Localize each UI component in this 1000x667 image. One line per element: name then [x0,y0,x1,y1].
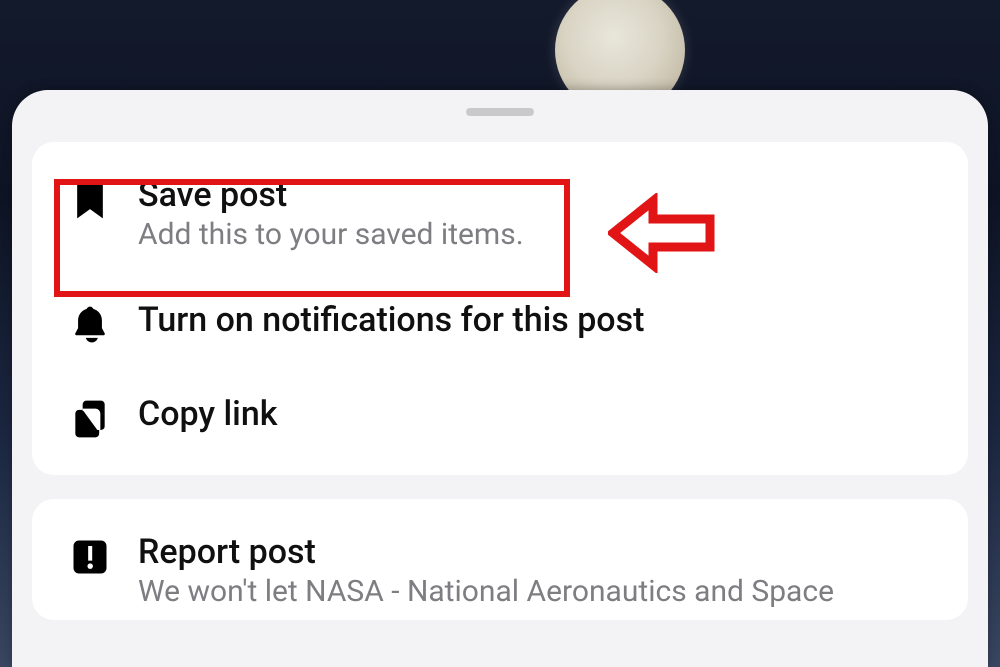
menu-item-notifications[interactable]: Turn on notifications for this post [32,277,968,371]
menu-item-subtitle: We won't let NASA - National Aeronautics… [138,574,934,610]
bookmark-icon [60,176,120,222]
options-card-2: Report post We won't let NASA - National… [32,499,968,620]
menu-item-text: Report post We won't let NASA - National… [138,533,934,610]
menu-item-subtitle: Add this to your saved items. [138,217,934,253]
menu-item-text: Copy link [138,395,934,434]
menu-item-title: Turn on notifications for this post [138,301,934,340]
copy-icon [60,395,120,441]
menu-item-title: Save post [138,176,934,215]
menu-item-title: Copy link [138,395,934,434]
sheet-drag-handle[interactable] [466,108,534,116]
bell-icon [60,301,120,347]
menu-item-copy-link[interactable]: Copy link [32,371,968,465]
menu-item-text: Save post Add this to your saved items. [138,176,934,253]
menu-item-report-post[interactable]: Report post We won't let NASA - National… [32,509,968,610]
menu-item-title: Report post [138,533,934,572]
options-card-1: Save post Add this to your saved items. … [32,142,968,475]
menu-item-text: Turn on notifications for this post [138,301,934,340]
menu-item-save-post[interactable]: Save post Add this to your saved items. [32,152,968,277]
bottom-sheet: Save post Add this to your saved items. … [12,90,988,667]
report-icon [60,533,120,579]
